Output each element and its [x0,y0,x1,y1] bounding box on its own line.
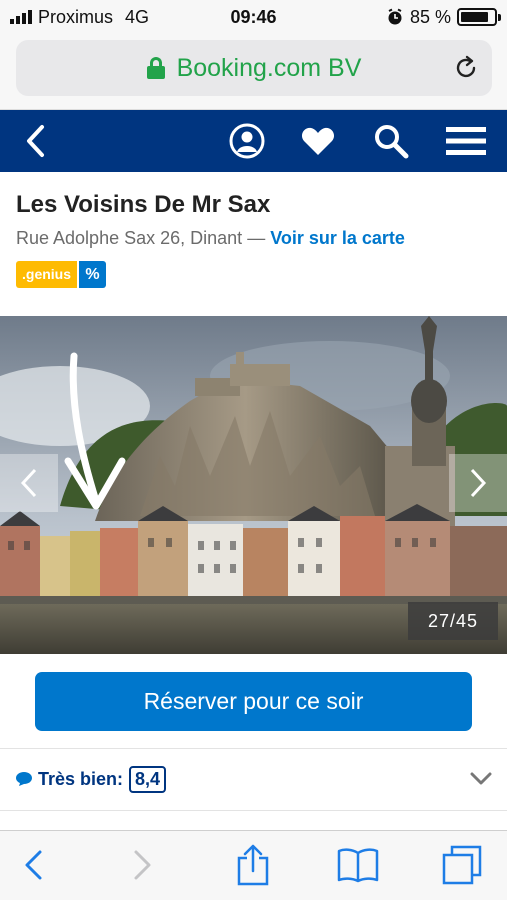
reserve-tonight-button[interactable]: Réserver pour ce soir [35,672,472,731]
heart-icon[interactable] [298,121,338,161]
chevron-right-icon [470,468,487,498]
divider [0,748,507,749]
carrier-name: Proximus [38,6,114,27]
tabs-icon[interactable] [442,845,482,885]
discount-badge: % [79,261,107,288]
forward-icon[interactable] [132,845,154,885]
address-separator: — [247,228,266,248]
reload-icon[interactable] [452,54,480,82]
browser-address-area: Booking.com BV [0,34,507,110]
battery-percent: 85 % [409,6,451,27]
review-score-badge: 8,4 [129,765,167,793]
back-arrow-icon[interactable] [16,121,56,161]
address-bar[interactable]: Booking.com BV [16,40,492,96]
bookmarks-icon[interactable] [337,845,379,885]
back-icon[interactable] [22,845,44,885]
account-icon[interactable] [227,121,267,161]
site-navigation-bar [0,110,507,172]
lock-icon [146,57,165,79]
alarm-icon [388,8,402,25]
hamburger-menu-icon[interactable] [446,121,486,161]
next-photo-button[interactable] [449,454,507,512]
hotel-name: Les Voisins De Mr Sax [16,191,271,218]
search-icon[interactable] [371,121,411,161]
review-rating-label: Très bien: [38,768,124,789]
status-bar: Proximus 4G 09:46 85 % [0,0,507,34]
review-summary-row[interactable]: Très bien: 8,4 [16,764,492,794]
battery-icon [457,8,501,26]
browser-toolbar [0,830,507,900]
genius-badge: .genius [16,261,78,288]
divider [0,810,507,811]
hotel-address: Rue Adolphe Sax 26, Dinant [16,228,243,248]
genius-badge-group: .genius % [16,261,107,288]
battery-level-fill [461,12,489,22]
address-line: Rue Adolphe Sax 26, Dinant — Voir sur la… [16,228,405,249]
chevron-down-icon[interactable] [470,772,492,786]
photo-counter: 27/45 [408,602,498,640]
speech-bubble-icon [16,772,32,786]
chevron-left-icon [20,468,37,498]
signal-strength-icon [10,10,32,24]
previous-photo-button[interactable] [0,454,58,512]
view-on-map-link[interactable]: Voir sur la carte [270,228,405,248]
share-icon[interactable] [236,844,270,886]
url-label: Booking.com BV [176,53,362,82]
network-type: 4G [125,6,150,27]
